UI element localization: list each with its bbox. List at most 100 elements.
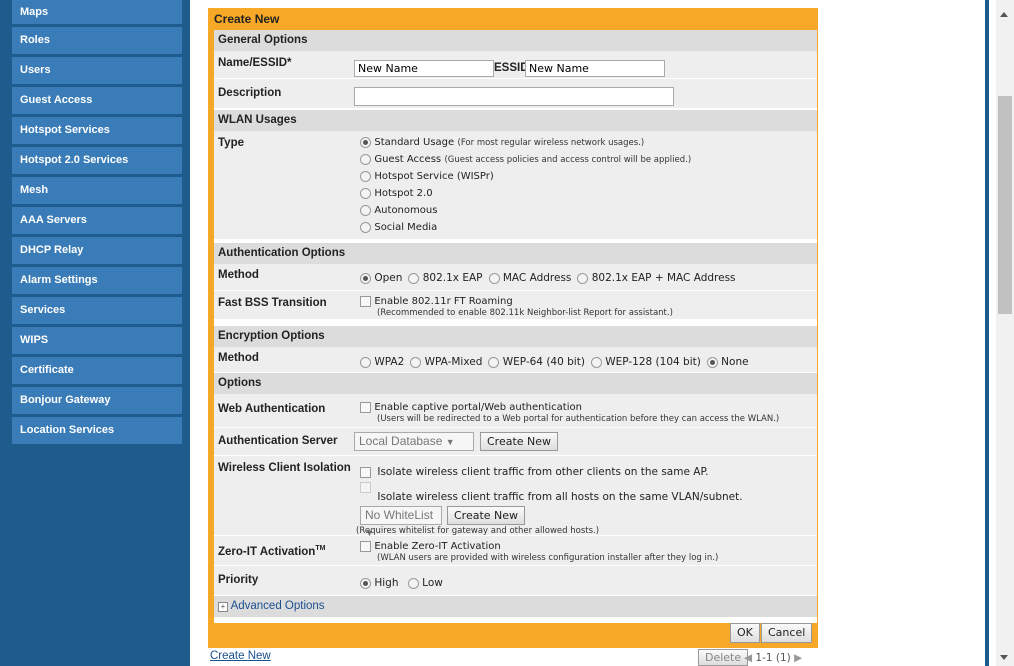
- sidebar: Maps Roles Users Guest Access Hotspot Servic…: [0, 0, 190, 666]
- auth-method-radios: Open 802.1x EAP MAC Address 802.1x EAP +…: [360, 272, 736, 284]
- scroll-thumb[interactable]: [998, 96, 1012, 314]
- type-radio[interactable]: [360, 221, 371, 233]
- fast-bss-note: (Recommended to enable 802.11k Neighbor-…: [377, 308, 673, 318]
- row-enc-method: Method WPA2 WPA-Mixed WEP-64 (40 bit) WE…: [214, 347, 817, 373]
- fast-bss-checkbox[interactable]: [360, 295, 371, 307]
- row-advanced: + Advanced Options: [214, 596, 817, 618]
- section-options: Options: [214, 373, 817, 394]
- zero-it-label: Zero-IT ActivationTM: [218, 545, 326, 558]
- type-option-label: Social Media: [374, 222, 438, 233]
- sidebar-item-bonjour-gateway[interactable]: Bonjour Gateway: [12, 387, 182, 414]
- next-page-icon[interactable]: ▶: [794, 652, 802, 664]
- auth-method-radio[interactable]: [488, 272, 500, 284]
- type-label: Type: [218, 137, 244, 149]
- section-encryption-options: Encryption Options: [214, 326, 817, 347]
- enc-method-radio[interactable]: [410, 356, 422, 368]
- fast-bss-label: Fast BSS Transition: [218, 297, 327, 309]
- sidebar-item-hotspot-2-0-services[interactable]: Hotspot 2.0 Services: [12, 147, 182, 174]
- name-essid-label: Name/ESSID*: [218, 57, 292, 69]
- enc-method-label: Method: [218, 352, 259, 364]
- type-option-label: Hotspot 2.0: [374, 188, 433, 199]
- priority-high-radio[interactable]: [360, 577, 371, 589]
- sidebar-item-maps[interactable]: Maps: [12, 0, 182, 24]
- client-isolation-label: Wireless Client Isolation: [218, 462, 351, 474]
- web-auth-label: Web Authentication: [218, 403, 326, 415]
- web-auth-note: (Users will be redirected to a Web porta…: [377, 414, 780, 424]
- auth-server-create-new-button[interactable]: Create New: [480, 432, 559, 451]
- list-footer: Create New Delete ◀ 1-1 (1) ▶: [208, 648, 820, 666]
- auth-server-label: Authentication Server: [218, 435, 338, 447]
- scrollbar[interactable]: [996, 0, 1014, 666]
- cancel-button[interactable]: Cancel: [761, 623, 813, 643]
- trademark-mark: TM: [315, 545, 326, 552]
- auth-method-option-label: Open: [374, 272, 403, 284]
- fast-bss-check-label: Enable 802.11r FT Roaming: [374, 296, 513, 307]
- create-new-link[interactable]: Create New: [210, 650, 271, 662]
- scroll-up-icon[interactable]: [1000, 12, 1008, 17]
- enc-method-radios: WPA2 WPA-Mixed WEP-64 (40 bit) WEP-128 (…: [360, 356, 749, 368]
- scroll-down-icon[interactable]: [1000, 655, 1008, 660]
- type-radio[interactable]: [360, 136, 371, 148]
- advanced-options-link[interactable]: + Advanced Options: [218, 600, 325, 612]
- whitelist-select[interactable]: No WhiteList ▼: [360, 506, 442, 538]
- enc-method-option-label: WPA2: [374, 356, 405, 368]
- auth-method-option-label: 802.1x EAP: [422, 272, 483, 284]
- prev-page-icon[interactable]: ◀: [744, 652, 752, 664]
- sidebar-item-mesh[interactable]: Mesh: [12, 177, 182, 204]
- sidebar-item-certificate[interactable]: Certificate: [12, 357, 182, 384]
- type-radio[interactable]: [360, 153, 371, 165]
- type-radio[interactable]: [360, 170, 371, 182]
- whitelist-value: No WhiteList: [365, 508, 434, 522]
- zero-it-note: (WLAN users are provided with wireless c…: [377, 553, 719, 563]
- essid-label: ESSID: [494, 62, 529, 74]
- type-option-label: Guest Access: [374, 154, 442, 165]
- sidebar-item-services[interactable]: Services: [12, 297, 182, 324]
- auth-server-select[interactable]: Local Database ▼: [354, 432, 474, 451]
- web-auth-check-label: Enable captive portal/Web authentication: [374, 402, 582, 413]
- sidebar-item-aaa-servers[interactable]: AAA Servers: [12, 207, 182, 234]
- sidebar-nav: Maps Roles Users Guest Access Hotspot Servic…: [12, 0, 182, 447]
- sidebar-item-location-services[interactable]: Location Services: [12, 417, 182, 444]
- priority-low-radio[interactable]: [407, 577, 419, 589]
- isolation-vlan-checkbox[interactable]: [360, 481, 371, 493]
- ok-button[interactable]: OK: [730, 623, 760, 643]
- type-option-note: (For most regular wireless network usage…: [457, 138, 645, 148]
- web-auth-checkbox[interactable]: [360, 401, 371, 413]
- sidebar-item-roles[interactable]: Roles: [12, 27, 182, 54]
- sidebar-item-hotspot-services[interactable]: Hotspot Services: [12, 117, 182, 144]
- auth-method-radio[interactable]: [577, 272, 589, 284]
- enc-method-option-label: WPA-Mixed: [424, 356, 483, 368]
- sidebar-item-users[interactable]: Users: [12, 57, 182, 84]
- create-new-panel: Create New General Options Name/ESSID* E…: [208, 8, 818, 648]
- enc-method-option-label: None: [721, 356, 749, 368]
- enc-method-radio[interactable]: [360, 356, 371, 368]
- enc-method-radio[interactable]: [706, 356, 718, 368]
- description-input[interactable]: [354, 87, 674, 106]
- enc-method-radio[interactable]: [488, 356, 500, 368]
- essid-input[interactable]: [525, 60, 665, 77]
- name-input[interactable]: [354, 60, 494, 77]
- row-web-auth: Web Authentication Enable captive portal…: [214, 394, 817, 428]
- whitelist-create-new-button[interactable]: Create New: [447, 506, 526, 525]
- type-option-note: (Guest access policies and access contro…: [444, 155, 692, 165]
- row-zero-it: Zero-IT ActivationTM Enable Zero-IT Acti…: [214, 536, 817, 566]
- pager-text: 1-1 (1): [755, 652, 791, 664]
- type-radio[interactable]: [360, 204, 371, 216]
- isolation-ap-checkbox[interactable]: [360, 466, 371, 478]
- panel-title: Create New: [214, 12, 280, 26]
- section-wlan-usages: WLAN Usages: [214, 110, 817, 131]
- zero-it-check-label: Enable Zero-IT Activation: [374, 541, 501, 552]
- zero-it-checkbox[interactable]: [360, 540, 371, 552]
- sidebar-item-wips[interactable]: WIPS: [12, 327, 182, 354]
- delete-button[interactable]: Delete: [698, 649, 749, 666]
- auth-method-radio[interactable]: [360, 272, 371, 284]
- expand-icon: +: [218, 602, 228, 612]
- sidebar-item-guest-access[interactable]: Guest Access: [12, 87, 182, 114]
- sidebar-item-dhcp-relay[interactable]: DHCP Relay: [12, 237, 182, 264]
- enc-method-radio[interactable]: [590, 356, 602, 368]
- type-option-label: Standard Usage: [374, 137, 455, 148]
- type-option-label: Hotspot Service (WISPr): [374, 171, 494, 182]
- type-radio[interactable]: [360, 187, 371, 199]
- auth-method-radio[interactable]: [408, 272, 420, 284]
- sidebar-item-alarm-settings[interactable]: Alarm Settings: [12, 267, 182, 294]
